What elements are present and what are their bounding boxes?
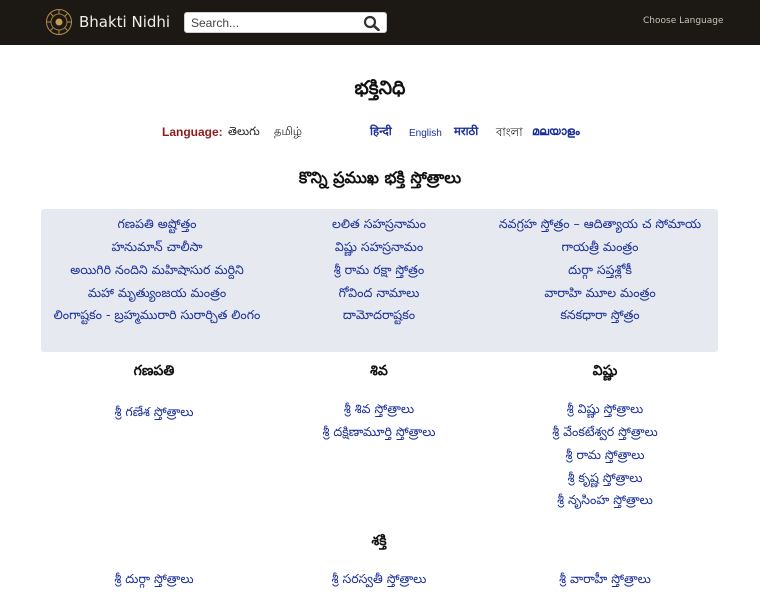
category-link[interactable]: శ్రీ కృష్ణ స్తోత్రాలు xyxy=(568,470,643,489)
search-box xyxy=(184,12,387,33)
category-heading-shakti: శక్తి xyxy=(371,533,387,549)
category-link[interactable]: శ్రీ శివ స్తోత్రాలు xyxy=(344,401,414,420)
choose-language-link[interactable]: Choose Language xyxy=(643,16,724,26)
language-telugu[interactable]: తెలుగు xyxy=(228,124,260,141)
featured-link[interactable]: వారాహి మూల మంత్రం xyxy=(544,285,655,304)
category-link[interactable]: శ్రీ విష్ణు స్తోత్రాలు xyxy=(567,401,644,420)
category-heading-shiva: శివ xyxy=(370,363,388,379)
search-icon[interactable] xyxy=(363,15,380,31)
category-link[interactable]: శ్రీ దుర్గా స్తోత్రాలు xyxy=(114,571,193,590)
category-heading-vishnu: విష్ణు xyxy=(592,363,618,379)
search-input[interactable] xyxy=(191,14,356,31)
language-label: Language: xyxy=(162,125,223,139)
language-hindi[interactable]: हिन्दी xyxy=(370,124,392,139)
category-heading-ganapati: గణపతి xyxy=(133,363,175,379)
language-marathi[interactable]: मराठी xyxy=(454,124,478,139)
category-link[interactable]: శ్రీ నృసింహ స్తోత్రాలు xyxy=(557,492,653,511)
featured-stotras-box: గణపతి అష్టోత్తం హనుమాన్ చాలీసా అయిగిరి న… xyxy=(41,209,718,352)
category-link[interactable]: శ్రీ వారాహీ స్తోత్రాలు xyxy=(559,571,651,590)
logo-mandala-icon xyxy=(46,9,72,35)
language-english[interactable]: English xyxy=(409,128,442,139)
category-link[interactable]: శ్రీ గణేశ స్తోత్రాలు xyxy=(115,404,194,423)
featured-link[interactable]: లింగాష్టకం - బ్రహ్మమురారి సురార్చిత లింగ… xyxy=(54,307,261,326)
category-link[interactable]: శ్రీ సరస్వతీ స్తోత్రాలు xyxy=(332,571,427,590)
category-link[interactable]: శ్రీ దక్షిణామూర్తి స్తోత్రాలు xyxy=(323,424,436,443)
category-link[interactable]: శ్రీ వేంకటేశ్వర స్తోత్రాలు xyxy=(552,424,658,443)
featured-link[interactable]: మహా మృత్యుంజయ మంత్రం xyxy=(88,285,226,304)
page-title: భక్తినిధి xyxy=(354,77,406,99)
featured-title: కొన్ని ప్రముఖ భక్తి స్తోత్రాలు xyxy=(298,168,462,187)
featured-link[interactable]: అయిగిరి నందిని మహిషాసుర మర్దిని xyxy=(70,262,244,281)
featured-link[interactable]: హనుమాన్ చాలీసా xyxy=(112,239,203,258)
featured-link[interactable]: దామోదరాష్టకం xyxy=(343,307,415,326)
featured-link[interactable]: గాయత్రీ మంత్రం xyxy=(562,239,639,258)
home-link[interactable]: Bhakti Nidhi xyxy=(45,8,170,36)
featured-link[interactable]: గోవింద నామాలు xyxy=(339,285,420,304)
brand-name: Bhakti Nidhi xyxy=(79,13,171,31)
featured-link[interactable]: గణపతి అష్టోత్తం xyxy=(117,216,196,235)
category-link[interactable]: శ్రీ రామ స్తోత్రాలు xyxy=(566,447,645,466)
featured-link[interactable]: శ్రీ రామ రక్షా స్తోత్రం xyxy=(334,262,424,281)
language-malayalam[interactable]: മലയാളം xyxy=(532,124,580,139)
featured-link[interactable]: దుర్గా సప్తశ్లోకీ xyxy=(568,262,632,281)
featured-link[interactable]: లలిత సహస్రనామం xyxy=(332,216,426,235)
language-bar: Language: తెలుగు தமிழ் हिन्दी English मर… xyxy=(162,124,602,144)
featured-link[interactable]: నవగ్రహ స్తోత్రం – ఆదిత్యాయ చ సోమాయ xyxy=(499,216,701,235)
featured-link[interactable]: కనకధారా స్తోత్రం xyxy=(560,307,639,326)
language-tamil[interactable]: தமிழ் xyxy=(274,124,302,140)
language-bengali[interactable]: বাংলা xyxy=(496,124,523,143)
top-navbar: Bhakti Nidhi Choose Language xyxy=(0,0,760,45)
featured-link[interactable]: విష్ణు సహస్రనామం xyxy=(335,239,423,258)
